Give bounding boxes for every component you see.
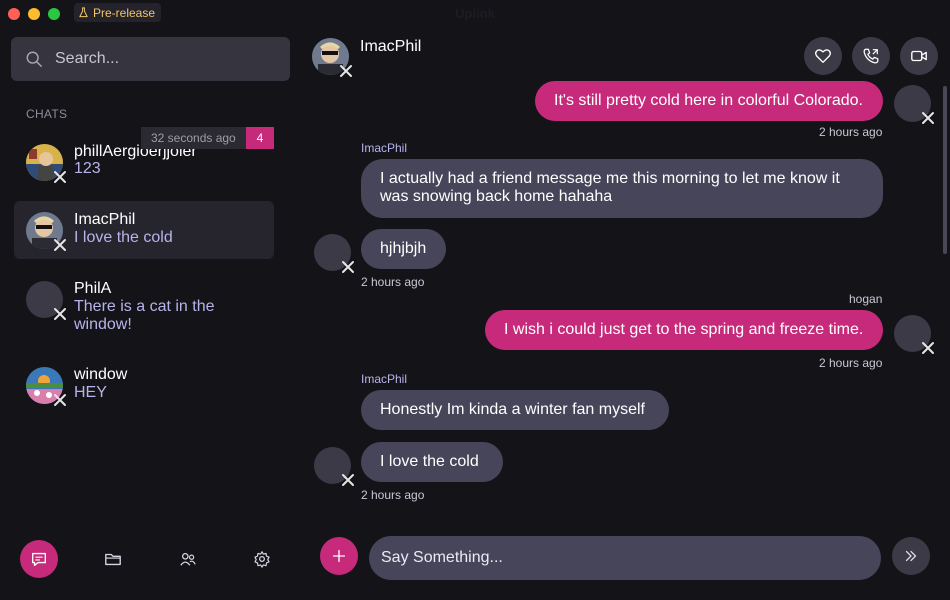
message-sender: ImacPhil xyxy=(361,141,408,155)
message-timestamp: 2 hours ago xyxy=(819,125,883,139)
send-button[interactable] xyxy=(892,537,930,575)
message-bubble-remote: I love the cold xyxy=(361,442,503,482)
nav-settings-button[interactable] xyxy=(243,540,281,578)
nav-friends-button[interactable] xyxy=(169,540,207,578)
chat-item-imacphil[interactable]: ImacPhil I love the cold xyxy=(14,201,274,259)
sender-avatar xyxy=(894,315,934,354)
chat-preview: HEY xyxy=(74,384,107,401)
message-input[interactable] xyxy=(369,536,881,580)
send-icon xyxy=(905,550,917,562)
title-bar: Pre-release Uplink xyxy=(0,0,950,26)
tools-icon xyxy=(54,239,66,251)
nav-chats-button[interactable] xyxy=(20,540,58,578)
favorite-button[interactable] xyxy=(804,37,842,75)
video-call-button[interactable] xyxy=(900,37,938,75)
chat-preview: I love the cold xyxy=(74,229,173,246)
bottom-nav xyxy=(0,540,302,582)
chat-item-window[interactable]: window HEY xyxy=(14,356,274,414)
chat-item-phila[interactable]: PhilA There is a cat in the window! xyxy=(14,270,274,340)
message-bubble-remote: hjhjbjh xyxy=(361,229,446,269)
tools-icon xyxy=(54,171,66,183)
sidebar: CHATS phillAergioerjjoier 123 32 seconds… xyxy=(0,26,302,600)
message-bubble-local: It's still pretty cold here in colorful … xyxy=(535,81,883,121)
tools-icon xyxy=(342,261,354,273)
avatar xyxy=(26,212,66,251)
messages-scrollbar[interactable] xyxy=(943,86,947,254)
tools-icon xyxy=(340,65,352,77)
message-sender: hogan xyxy=(849,292,883,306)
plus-icon xyxy=(332,549,346,563)
tools-icon xyxy=(342,474,354,486)
message-timestamp: 2 hours ago xyxy=(361,488,425,502)
friends-icon xyxy=(180,552,196,566)
search-icon xyxy=(26,51,42,67)
conversation-title: ImacPhil xyxy=(360,38,422,55)
timestamp-tooltip: 32 seconds ago xyxy=(141,127,246,149)
tools-icon xyxy=(54,308,66,320)
avatar xyxy=(26,144,66,183)
call-icon xyxy=(863,48,879,64)
search-input[interactable] xyxy=(55,50,255,68)
message-timestamp: 2 hours ago xyxy=(819,356,883,370)
chat-panel: ImacPhil It's still pretty cold here in … xyxy=(302,26,950,600)
chat-name: ImacPhil xyxy=(74,211,136,228)
chat-icon xyxy=(32,552,46,566)
unread-badge: 4 xyxy=(246,127,274,149)
settings-icon xyxy=(254,551,270,568)
app-title: Uplink xyxy=(455,6,495,21)
heart-icon xyxy=(815,49,831,63)
call-button[interactable] xyxy=(852,37,890,75)
message-bubble-local: I wish i could just get to the spring an… xyxy=(485,310,883,350)
video-icon xyxy=(911,50,927,62)
sender-avatar xyxy=(314,234,354,273)
tools-icon xyxy=(54,394,66,406)
header-avatar[interactable] xyxy=(312,38,352,77)
avatar xyxy=(26,367,66,406)
nav-files-button[interactable] xyxy=(94,540,132,578)
tools-icon xyxy=(922,342,934,354)
message-bubble-remote: I actually had a friend message me this … xyxy=(361,159,883,218)
message-bubble-remote: Honestly Im kinda a winter fan myself xyxy=(361,390,669,430)
chat-name: PhilA xyxy=(74,280,112,297)
message-timestamp: 2 hours ago xyxy=(361,275,425,289)
chat-preview: There is a cat in the window! xyxy=(74,298,215,333)
search-box[interactable] xyxy=(11,37,290,81)
avatar xyxy=(26,281,66,320)
message-sender: ImacPhil xyxy=(361,372,408,386)
chat-preview: 123 xyxy=(74,160,101,177)
sender-avatar xyxy=(314,447,354,486)
sender-avatar xyxy=(894,85,934,124)
tools-icon xyxy=(922,112,934,124)
chats-section-label: CHATS xyxy=(26,107,68,121)
chat-name: window xyxy=(74,366,128,383)
folder-icon xyxy=(105,553,121,566)
attach-button[interactable] xyxy=(320,537,358,575)
